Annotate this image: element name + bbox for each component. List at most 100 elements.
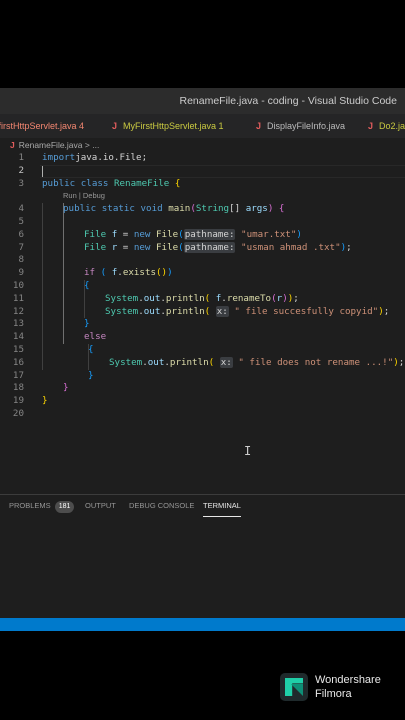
java-file-icon: J: [112, 121, 118, 131]
code-line[interactable]: 8: [0, 254, 405, 267]
tab-do2[interactable]: J Do2.ja: [368, 114, 405, 138]
code-token: "umar.txt": [241, 228, 297, 240]
code-line[interactable]: 7 File r = new File(pathname: "usman ahma…: [0, 241, 405, 255]
breadcrumb[interactable]: J RenameFile.java > ...: [0, 138, 405, 152]
code-editor[interactable]: Run | Debug 1 importjava.io.File; 2 3 public…: [0, 152, 405, 482]
line-number: 8: [18, 254, 24, 266]
code-token: new: [133, 241, 151, 253]
mouse-ibeam-cursor: I: [244, 444, 252, 458]
code-token: (): [156, 267, 168, 279]
code-line[interactable]: 3 public class RenameFile {: [0, 178, 405, 191]
code-token: public: [42, 177, 76, 189]
java-file-icon: J: [256, 121, 262, 131]
code-token: out: [143, 292, 161, 304]
code-line[interactable]: 9 if ( f.exists()): [0, 267, 405, 280]
code-token: exists: [122, 267, 157, 279]
code-text: System.out.println( x: " file succesfull…: [105, 305, 390, 319]
code-token: System: [105, 305, 139, 317]
code-line[interactable]: 20: [0, 408, 405, 421]
code-text: System.out.println( x: " file does not r…: [109, 356, 405, 370]
code-line[interactable]: 19}: [0, 395, 405, 408]
panel-tab-bar: PROBLEMS 181 OUTPUT DEBUG CONSOLE TERMINA…: [0, 495, 405, 517]
code-token: public: [63, 203, 97, 215]
code-line[interactable]: 5: [0, 216, 405, 229]
line-number: 3: [18, 177, 24, 189]
code-text: }: [84, 318, 90, 331]
line-number: 2: [18, 164, 24, 176]
code-token: println: [165, 292, 205, 304]
code-line[interactable]: 17}: [0, 370, 405, 383]
code-token: " file does not rename ...!": [238, 356, 394, 368]
code-line[interactable]: 2: [0, 165, 405, 178]
code-token: println: [169, 356, 209, 368]
code-text: File f = new File(pathname: "umar.txt"): [84, 228, 308, 242]
tab-terminal[interactable]: TERMINAL: [203, 495, 241, 517]
code-line[interactable]: 11 System.out.println( f.renameTo(r));: [0, 293, 405, 306]
vscode-window: RenameFile.java - coding - Visual Studio…: [0, 88, 405, 631]
code-token: }: [63, 382, 69, 394]
tab-debug-console[interactable]: DEBUG CONSOLE: [129, 495, 194, 517]
line-number: 17: [12, 369, 24, 381]
code-token: ;: [383, 305, 390, 317]
code-token: System: [109, 356, 143, 368]
code-line[interactable]: 4 public static void main(String[] args) …: [0, 203, 405, 216]
code-line[interactable]: 6 File f = new File(pathname: "umar.txt"): [0, 228, 405, 242]
code-token: class: [80, 177, 109, 189]
code-token: (: [178, 241, 184, 253]
code-token: void: [140, 203, 163, 215]
line-number: 20: [12, 408, 24, 419]
line-number: 4: [18, 203, 24, 215]
code-line[interactable]: 10 {: [0, 280, 405, 293]
watermark-line2: Filmora: [315, 688, 352, 700]
breadcrumb-file[interactable]: RenameFile.java: [19, 140, 83, 150]
line-number: 14: [12, 331, 24, 343]
code-line[interactable]: 12 System.out.println( x: " file succesfu…: [0, 305, 405, 319]
tab-displayfileinfo[interactable]: J DisplayFileInfo.java: [256, 114, 345, 138]
code-text: File r = new File(pathname: "usman ahmad…: [84, 241, 352, 255]
code-text: else: [84, 331, 106, 344]
code-line[interactable]: 18}: [0, 382, 405, 395]
code-text: if ( f.exists()): [84, 267, 173, 280]
code-line[interactable]: 1 importjava.io.File;: [0, 152, 405, 165]
line-number: 15: [12, 344, 24, 355]
line-number: 9: [18, 267, 24, 279]
code-line[interactable]: 13}: [0, 318, 405, 331]
tab-lyfirsthttpservlet[interactable]: lyfirstHttpServlet.java 4: [0, 114, 84, 138]
code-token: }: [42, 395, 48, 407]
editor-tab-bar: lyfirstHttpServlet.java 4 J MyFirstHttpSe…: [0, 114, 405, 138]
line-number: 13: [12, 318, 24, 330]
line-number: 16: [12, 356, 24, 368]
tab-problems[interactable]: PROBLEMS 181: [9, 495, 75, 517]
code-token: {: [174, 177, 181, 189]
code-token: java.io.File;: [75, 152, 148, 163]
inlay-hint: x:: [219, 356, 233, 368]
tab-myfirsthttpservlet[interactable]: J MyFirstHttpServlet.java 1: [112, 114, 224, 138]
code-token: System: [105, 292, 139, 304]
code-token: ;: [346, 241, 352, 253]
breadcrumb-rest[interactable]: > ...: [85, 140, 99, 150]
code-text: public static void main(String[] args) {: [63, 203, 284, 216]
code-token: ;: [398, 356, 405, 368]
codelens-run-debug[interactable]: Run | Debug: [63, 190, 105, 203]
code-token: ;: [293, 292, 299, 304]
watermark-text: Wondershare Filmora: [315, 673, 381, 701]
status-bar: [0, 618, 405, 631]
title-bar: RenameFile.java - coding - Visual Studio…: [0, 88, 405, 114]
inlay-hint: pathname:: [183, 241, 236, 253]
code-line[interactable]: 16 System.out.println( x: " file does not…: [0, 356, 405, 370]
watermark-line1: Wondershare: [315, 674, 381, 686]
line-number: 1: [18, 152, 24, 163]
code-text: }: [63, 382, 69, 395]
tab-output[interactable]: OUTPUT: [85, 495, 116, 517]
java-file-icon: J: [10, 140, 15, 150]
code-token: (: [178, 228, 184, 240]
code-line[interactable]: 14 else: [0, 331, 405, 344]
code-token: File: [84, 241, 107, 253]
code-line[interactable]: 15 {: [0, 344, 405, 357]
code-token: out: [147, 356, 165, 368]
code-token: }: [84, 318, 90, 330]
code-token: else: [84, 331, 107, 343]
code-text: importjava.io.File;: [42, 152, 147, 165]
